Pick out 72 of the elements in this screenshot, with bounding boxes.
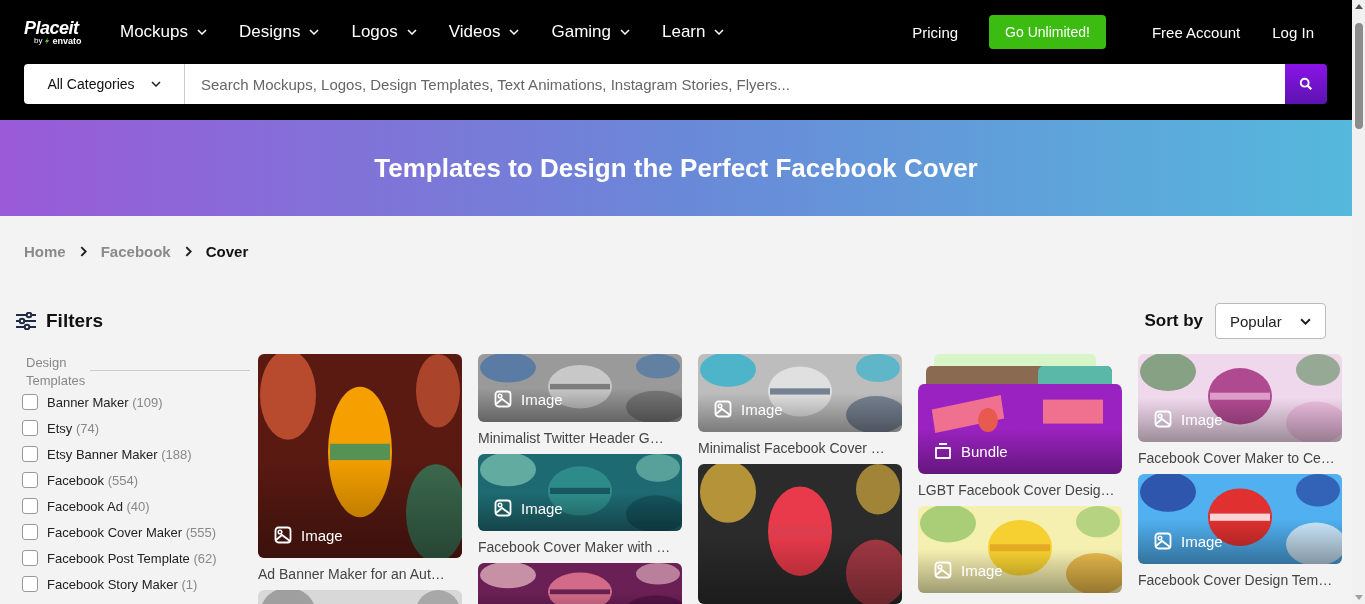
media-type-label: Image	[494, 499, 563, 517]
image-icon	[494, 390, 512, 408]
template-title[interactable]: Facebook Cover Maker to Ce…	[1138, 450, 1342, 466]
chevron-icon	[79, 245, 87, 257]
filter-sliders-icon	[16, 312, 36, 330]
media-type-label: Image	[714, 400, 783, 418]
category-dropdown[interactable]: All Categories	[24, 64, 185, 104]
filter-option[interactable]: Facebook Cover Maker (555)	[47, 524, 217, 540]
image-icon	[714, 400, 732, 418]
search-icon	[1299, 77, 1313, 91]
nav-menu[interactable]: Videos	[448, 22, 520, 42]
media-type-label: Image	[274, 526, 343, 544]
filter-option[interactable]: Facebook (554)	[47, 472, 139, 488]
sort-dropdown[interactable]: Popular	[1215, 303, 1326, 339]
caret-icon	[620, 29, 630, 35]
image-icon	[934, 561, 952, 579]
logo[interactable]: Placeit by envato	[24, 18, 120, 46]
checkbox[interactable]	[22, 524, 38, 540]
image-icon	[274, 526, 292, 544]
template-title[interactable]: Facebook Cover Design Tem…	[1138, 572, 1342, 588]
template-title[interactable]: LGBT Facebook Cover Desig…	[918, 482, 1122, 498]
caret-icon	[406, 29, 417, 35]
filter-option[interactable]: Etsy (74)	[47, 420, 100, 436]
template-title[interactable]: Minimalist Facebook Cover …	[698, 440, 902, 456]
filter-option[interactable]: Facebook Ad (40)	[47, 498, 150, 514]
filter-option[interactable]: Facebook Story Maker (1)	[47, 576, 198, 592]
filters-heading: Filters	[46, 310, 104, 332]
filter-option[interactable]: Facebook Post Template (62)	[47, 550, 217, 566]
sort-label: Sort by	[1144, 311, 1203, 331]
template-title[interactable]: Ad Banner Maker for an Aut…	[258, 566, 462, 582]
image-icon	[1154, 532, 1172, 550]
caret-icon	[509, 29, 520, 35]
checkbox[interactable]	[22, 472, 38, 488]
checkbox[interactable]	[22, 550, 38, 566]
stack-icon	[934, 442, 952, 460]
nav-menu[interactable]: Designs	[239, 22, 320, 42]
search-button[interactable]	[1285, 64, 1327, 104]
nav-menu[interactable]: Mockups	[120, 22, 208, 42]
media-type-label: Image	[1154, 532, 1223, 550]
media-type-label: Image	[934, 561, 1003, 579]
image-icon	[1154, 410, 1172, 428]
nav-menu[interactable]: Learn	[662, 22, 725, 42]
template-title[interactable]: Facebook Cover Maker with …	[478, 539, 682, 555]
caret-icon	[197, 29, 208, 35]
media-type-label: Image	[1154, 410, 1223, 428]
scrollbar-thumb[interactable]	[1354, 23, 1363, 129]
search-field[interactable]: Search Mockups, Logos, Design Templates, Text Animations, Instagram Stories, Flyers...	[185, 64, 1285, 104]
checkbox[interactable]	[22, 498, 38, 514]
filter-option[interactable]: Banner Maker (109)	[47, 394, 163, 410]
checkbox[interactable]	[22, 446, 38, 462]
free-account-link[interactable]: Free Account	[1151, 23, 1241, 41]
checkbox[interactable]	[22, 420, 38, 436]
banner-title: Templates to Design the Perfect Facebook Cover	[374, 152, 978, 184]
template-title[interactable]: Minimalist Twitter Header G…	[478, 430, 682, 446]
nav-menu[interactable]: Logos	[351, 22, 417, 42]
login-link[interactable]: Log In	[1272, 23, 1314, 41]
checkbox[interactable]	[22, 576, 38, 592]
filter-option[interactable]: Etsy Banner Maker (188)	[47, 446, 192, 462]
scroll-up-arrow-icon[interactable]	[1354, 4, 1363, 9]
chevron-icon	[184, 245, 192, 257]
caret-icon	[714, 29, 725, 35]
checkbox[interactable]	[22, 394, 38, 410]
nav-menu[interactable]: Gaming	[551, 22, 630, 42]
caret-icon	[1300, 317, 1311, 325]
image-icon	[494, 499, 512, 517]
media-type-label: Image	[494, 390, 563, 408]
breadcrumb-link[interactable]: Cover	[205, 242, 249, 260]
scroll-down-arrow-icon[interactable]	[1354, 595, 1363, 600]
caret-icon	[150, 81, 161, 87]
caret-icon	[309, 29, 320, 35]
pricing-link[interactable]: Pricing	[912, 23, 959, 41]
media-type-label: Bundle	[934, 442, 1008, 460]
